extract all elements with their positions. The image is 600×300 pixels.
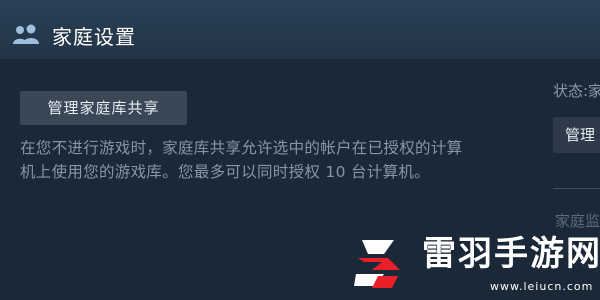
manage-family-library-sharing-button[interactable]: 管理家庭库共享	[20, 91, 187, 125]
watermark-url: www.leiucn.com	[490, 280, 594, 293]
status-divider	[553, 188, 600, 189]
family-sharing-description: 在您不进行游戏时，家庭库共享允许选中的帐户在已授权的计算 机上使用您的游戏库。您…	[20, 136, 530, 184]
family-settings-window: 家庭设置 管理家庭库共享 在您不进行游戏时，家庭库共享允许选中的帐户在已授权的计…	[0, 0, 600, 300]
status-label: 状态:家	[553, 82, 600, 100]
watermark-logo-icon	[348, 232, 408, 292]
status-manage-button[interactable]: 管理	[553, 117, 600, 153]
family-users-icon	[12, 24, 42, 48]
page-title: 家庭设置	[52, 25, 136, 49]
description-line-1: 在您不进行游戏时，家庭库共享允许选中的帐户在已授权的计算	[20, 139, 463, 157]
description-line-2: 机上使用您的游戏库。您最多可以同时授权 10 台计算机。	[20, 163, 430, 181]
header-bar: 家庭设置	[0, 0, 600, 60]
site-watermark: 雷羽手游网 www.leiucn.com	[340, 228, 600, 300]
watermark-brand-text: 雷羽手游网	[422, 234, 600, 274]
